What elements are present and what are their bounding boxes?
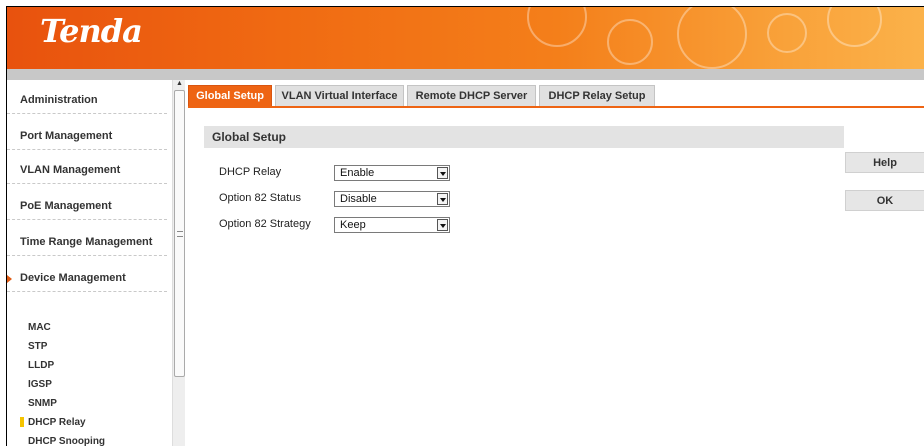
header: Tenda	[7, 7, 924, 69]
sidebar-scrollbar[interactable]: ▲	[172, 80, 185, 446]
decorative-circle	[527, 7, 587, 47]
tab-global-setup[interactable]: Global Setup	[188, 85, 272, 107]
decorative-circle	[767, 13, 807, 53]
chevron-down-icon[interactable]	[437, 167, 448, 179]
option-82-strategy-label: Option 82 Strategy	[219, 218, 311, 230]
sidebar-item-administration[interactable]: Administration	[7, 80, 167, 114]
sidebar-item-label: Port Management	[20, 130, 113, 142]
sidebar-subitem-igsp[interactable]: IGSP	[28, 379, 52, 390]
sidebar: Administration Port Management VLAN Mana…	[7, 80, 171, 446]
option-82-status-select[interactable]: Disable	[334, 191, 450, 207]
sidebar-item-poe-management[interactable]: PoE Management	[7, 186, 167, 220]
sidebar-item-label: Administration	[20, 94, 98, 106]
decorative-circle	[677, 7, 747, 69]
sidebar-subitem-lldp[interactable]: LLDP	[28, 360, 54, 371]
sidebar-subitem-mac[interactable]: MAC	[28, 322, 51, 333]
sidebar-item-label: Device Management	[20, 272, 126, 284]
tab-dhcp-relay-setup[interactable]: DHCP Relay Setup	[539, 85, 655, 107]
section-header: Global Setup	[204, 126, 844, 148]
select-value: Enable	[340, 167, 375, 179]
app-frame: Tenda Administration Port Management VLA…	[6, 6, 924, 446]
option-82-strategy-select[interactable]: Keep	[334, 217, 450, 233]
chevron-down-icon[interactable]	[437, 193, 448, 205]
sidebar-subitem-snmp[interactable]: SNMP	[28, 398, 57, 409]
section-title: Global Setup	[212, 130, 287, 144]
select-value: Disable	[340, 193, 377, 205]
tenda-logo: Tenda	[40, 12, 143, 50]
decorative-circle	[827, 7, 882, 47]
tab-remote-dhcp-server[interactable]: Remote DHCP Server	[407, 85, 536, 107]
sidebar-item-vlan-management[interactable]: VLAN Management	[7, 150, 167, 184]
sidebar-subitem-dhcp-snooping[interactable]: DHCP Snooping	[28, 436, 105, 446]
grip-icon	[177, 231, 183, 237]
sidebar-subitem-stp[interactable]: STP	[28, 341, 47, 352]
sidebar-item-device-management[interactable]: Device Management	[7, 258, 167, 292]
sidebar-item-label: VLAN Management	[20, 164, 121, 176]
help-button[interactable]: Help	[845, 152, 924, 173]
sidebar-item-label: Time Range Management	[20, 236, 153, 248]
sidebar-item-time-range-management[interactable]: Time Range Management	[7, 222, 167, 256]
sidebar-subitem-dhcp-relay[interactable]: DHCP Relay	[28, 417, 86, 428]
scrollbar-thumb[interactable]	[174, 90, 185, 377]
select-value: Keep	[340, 219, 366, 231]
dhcp-relay-select[interactable]: Enable	[334, 165, 450, 181]
option-82-status-label: Option 82 Status	[219, 192, 301, 204]
tab-vlan-virtual-interface[interactable]: VLAN Virtual Interface	[275, 85, 404, 107]
scroll-up-icon[interactable]: ▲	[173, 80, 186, 88]
tab-underline	[188, 106, 924, 108]
header-divider-bar	[7, 69, 924, 80]
sidebar-item-label: PoE Management	[20, 200, 112, 212]
sidebar-item-port-management[interactable]: Port Management	[7, 116, 167, 150]
selected-marker-icon	[20, 417, 24, 427]
chevron-down-icon[interactable]	[437, 219, 448, 231]
ok-button[interactable]: OK	[845, 190, 924, 211]
decorative-circle	[607, 19, 653, 65]
expand-arrow-icon	[7, 275, 12, 283]
dhcp-relay-label: DHCP Relay	[219, 166, 282, 178]
